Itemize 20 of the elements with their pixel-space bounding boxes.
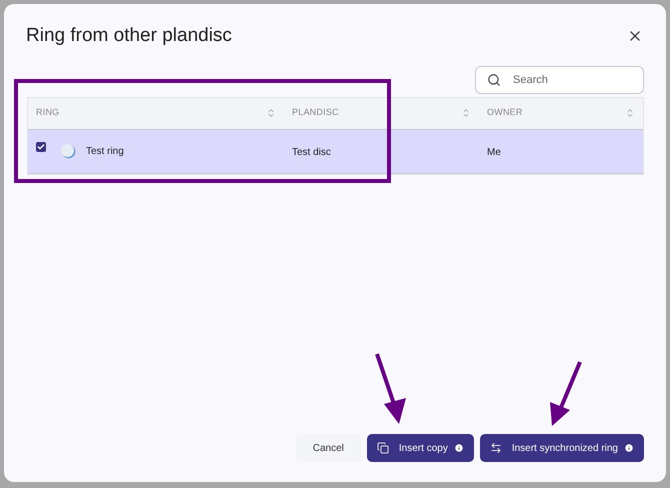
copy-icon: [376, 442, 389, 454]
dialog-title: Ring from other plandisc: [26, 24, 232, 48]
table-cell: Me: [487, 147, 501, 158]
insert-copy-button[interactable]: Insert copy: [366, 434, 474, 462]
search-icon: [487, 72, 501, 86]
ring-icon: [60, 143, 76, 159]
checkbox[interactable]: [36, 142, 46, 152]
table-cell: Test disc: [292, 147, 331, 158]
annotation-arrow: [548, 360, 584, 428]
swap-icon: [490, 442, 502, 454]
info-icon: [454, 443, 464, 453]
sort-icon[interactable]: [461, 108, 471, 118]
info-icon: [624, 443, 634, 453]
search-field[interactable]: Search: [475, 66, 644, 94]
insert-synchronized-button[interactable]: Insert synchronized ring: [480, 434, 644, 462]
sort-icon[interactable]: [625, 108, 635, 118]
cancel-button[interactable]: Cancel: [296, 434, 361, 462]
sort-icon[interactable]: [266, 108, 276, 118]
table-cell-text: Test ring: [86, 144, 124, 158]
table-row[interactable]: Test ring Test disc Me: [28, 130, 643, 174]
